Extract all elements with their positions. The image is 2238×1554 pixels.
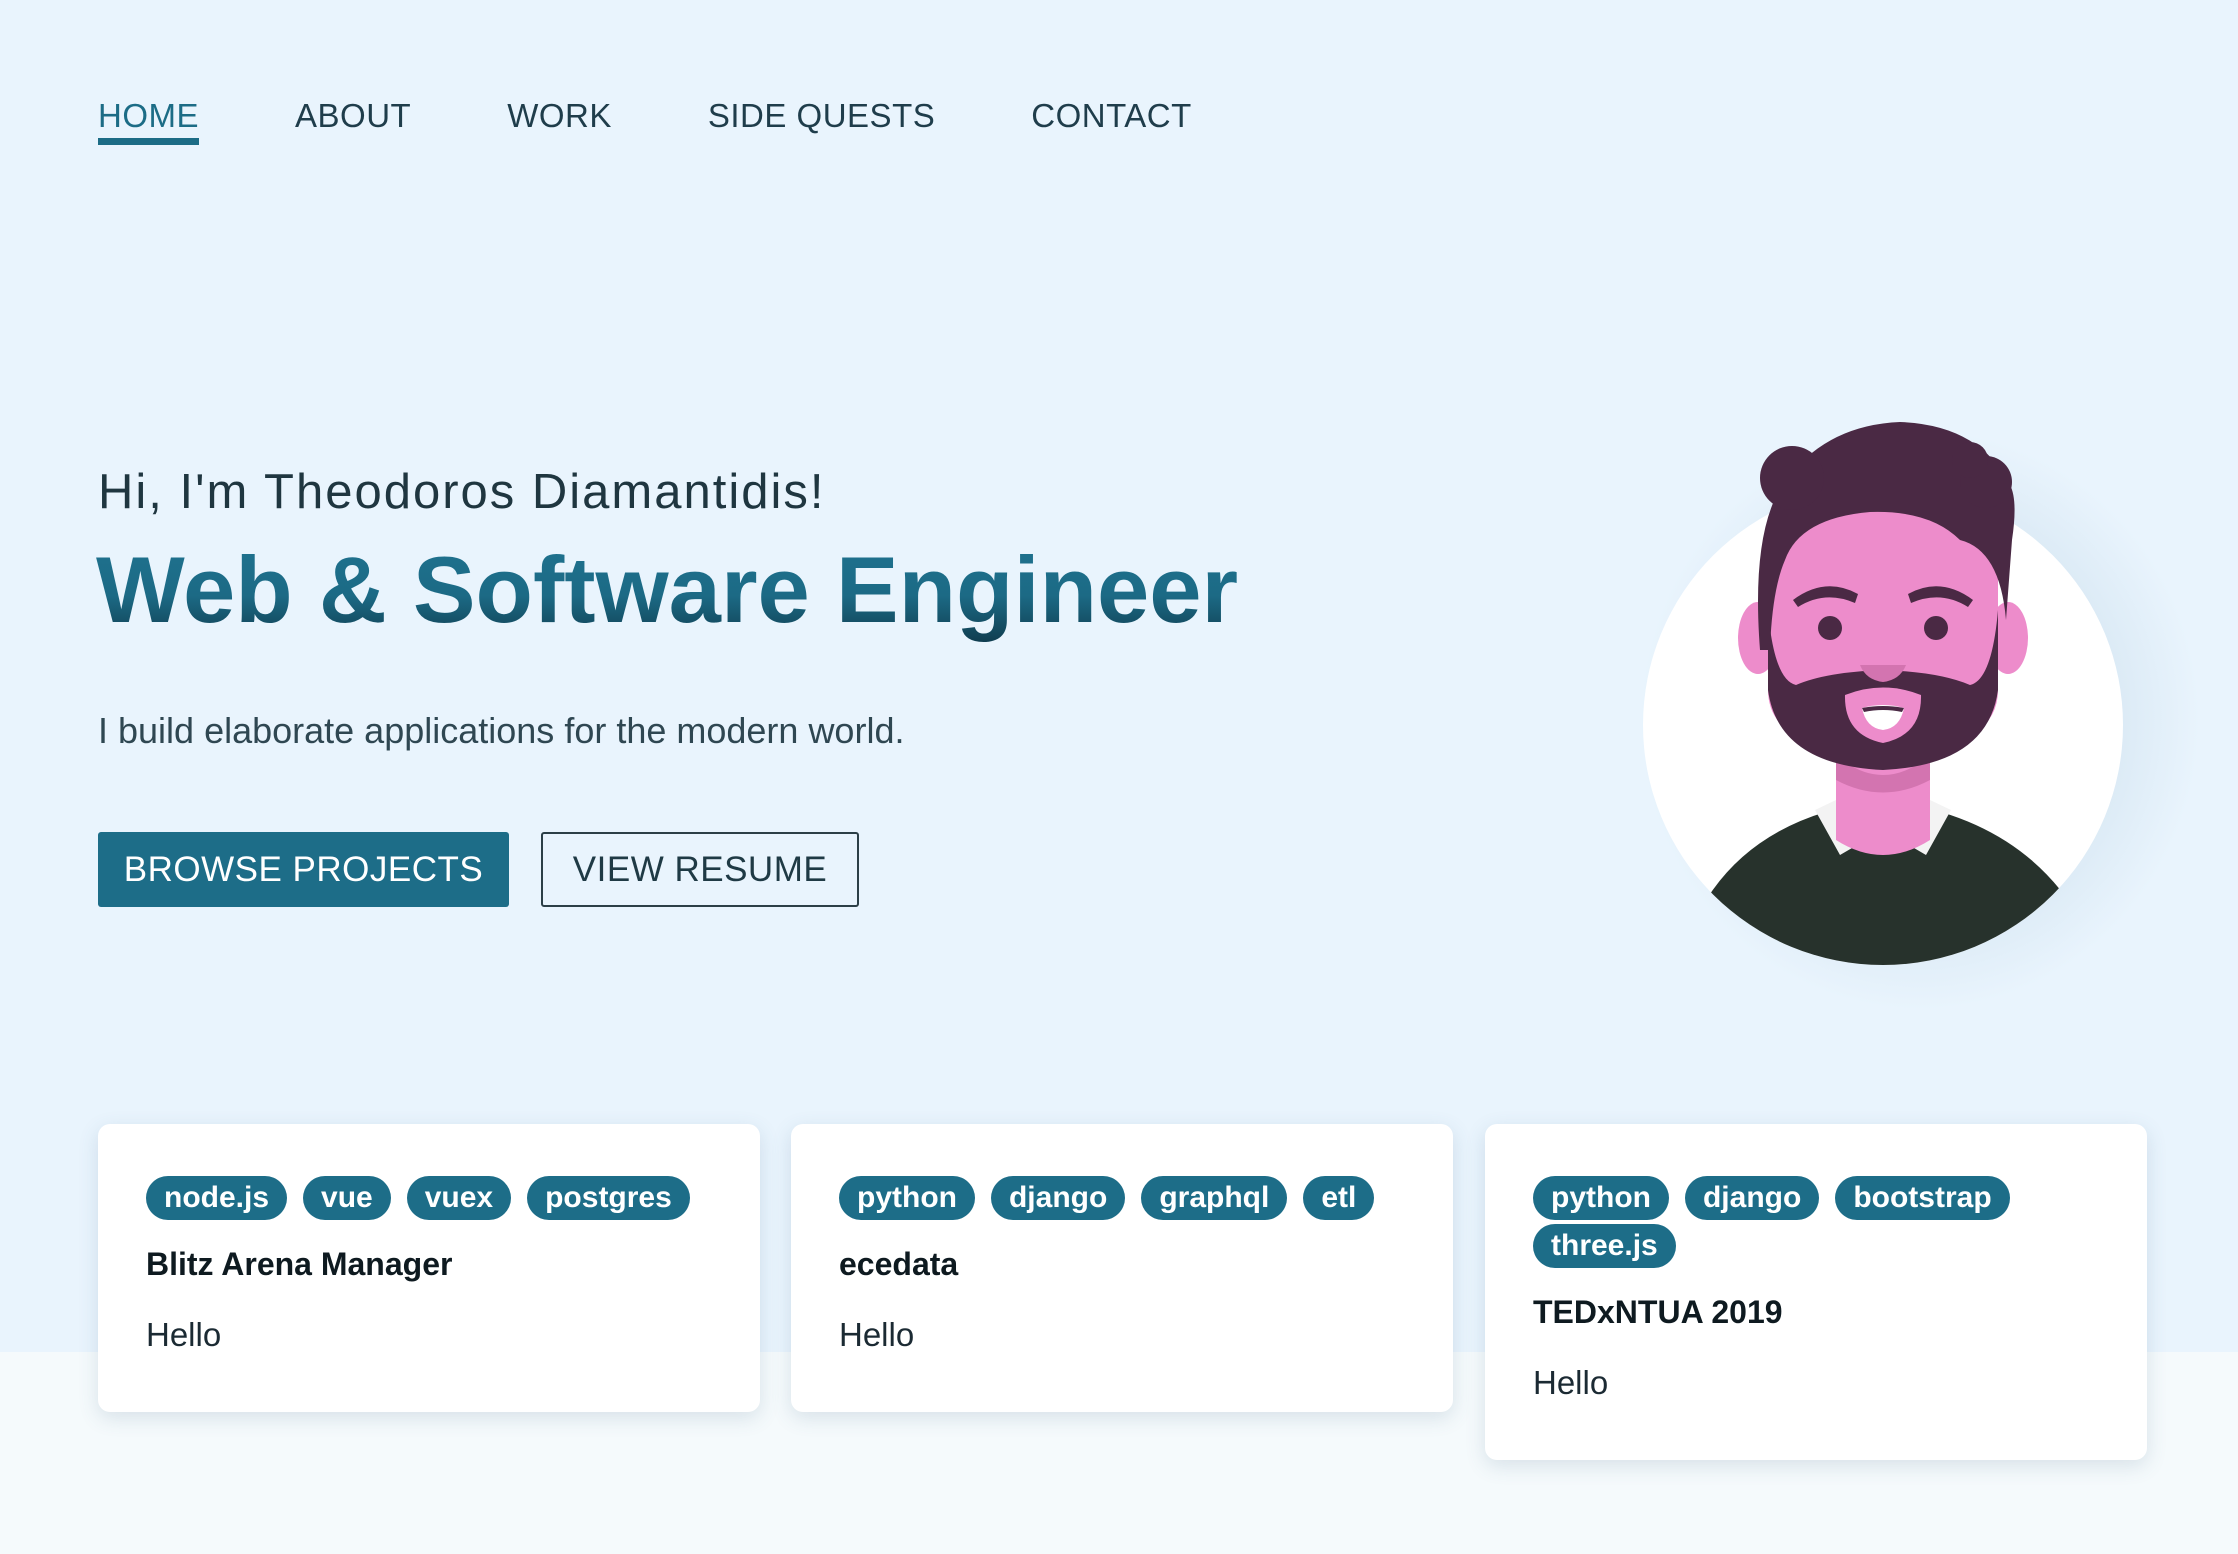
project-description: Hello [839, 1316, 915, 1353]
project-title[interactable]: Blitz Arena Manager [146, 1244, 712, 1284]
project-card[interactable]: python django bootstrap three.js TEDxNTU… [1485, 1124, 2147, 1460]
nav-contact[interactable]: CONTACT [1031, 96, 1192, 142]
tag[interactable]: django [990, 1176, 1126, 1220]
tag[interactable]: postgres [527, 1176, 690, 1220]
tag-list: python django graphql etl [839, 1176, 1399, 1224]
project-card[interactable]: python django graphql etl ecedata Hello [791, 1124, 1453, 1412]
nav-side-quests[interactable]: SIDE QUESTS [708, 96, 935, 142]
view-resume-button[interactable]: VIEW RESUME [541, 832, 859, 907]
tag[interactable]: node.js [146, 1176, 288, 1220]
project-title[interactable]: ecedata [839, 1244, 1405, 1284]
tag[interactable]: bootstrap [1835, 1176, 2010, 1220]
project-description: Hello [146, 1316, 222, 1353]
project-card[interactable]: node.js vue vuex postgres Blitz Arena Ma… [98, 1124, 760, 1412]
project-title[interactable]: TEDxNTUA 2019 [1533, 1292, 2099, 1332]
tag[interactable]: vuex [406, 1176, 512, 1220]
main-nav: HOME ABOUT WORK SIDE QUESTS CONTACT [98, 96, 1288, 156]
tag-list: node.js vue vuex postgres [146, 1176, 706, 1224]
tag[interactable]: vue [303, 1176, 391, 1220]
bearded-man-avatar-icon [1643, 422, 2123, 965]
tag[interactable]: python [839, 1176, 975, 1220]
avatar [1600, 400, 2238, 1040]
tag[interactable]: python [1533, 1176, 1669, 1220]
tag[interactable]: three.js [1533, 1224, 1676, 1268]
hero-greeting: Hi, I'm Theodoros Diamantidis! [98, 465, 826, 519]
hero-headline: Web & Software Engineer [96, 534, 1238, 646]
tag-list: python django bootstrap three.js [1533, 1176, 2093, 1272]
tag[interactable]: etl [1303, 1176, 1375, 1220]
tag[interactable]: graphql [1141, 1176, 1288, 1220]
nav-about[interactable]: ABOUT [295, 96, 411, 142]
tag[interactable]: django [1684, 1176, 1820, 1220]
nav-home[interactable]: HOME [98, 96, 199, 145]
browse-projects-button[interactable]: BROWSE PROJECTS [98, 832, 509, 907]
nav-work[interactable]: WORK [507, 96, 612, 142]
project-description: Hello [1533, 1364, 1609, 1401]
hero-tagline: I build elaborate applications for the m… [98, 710, 905, 751]
